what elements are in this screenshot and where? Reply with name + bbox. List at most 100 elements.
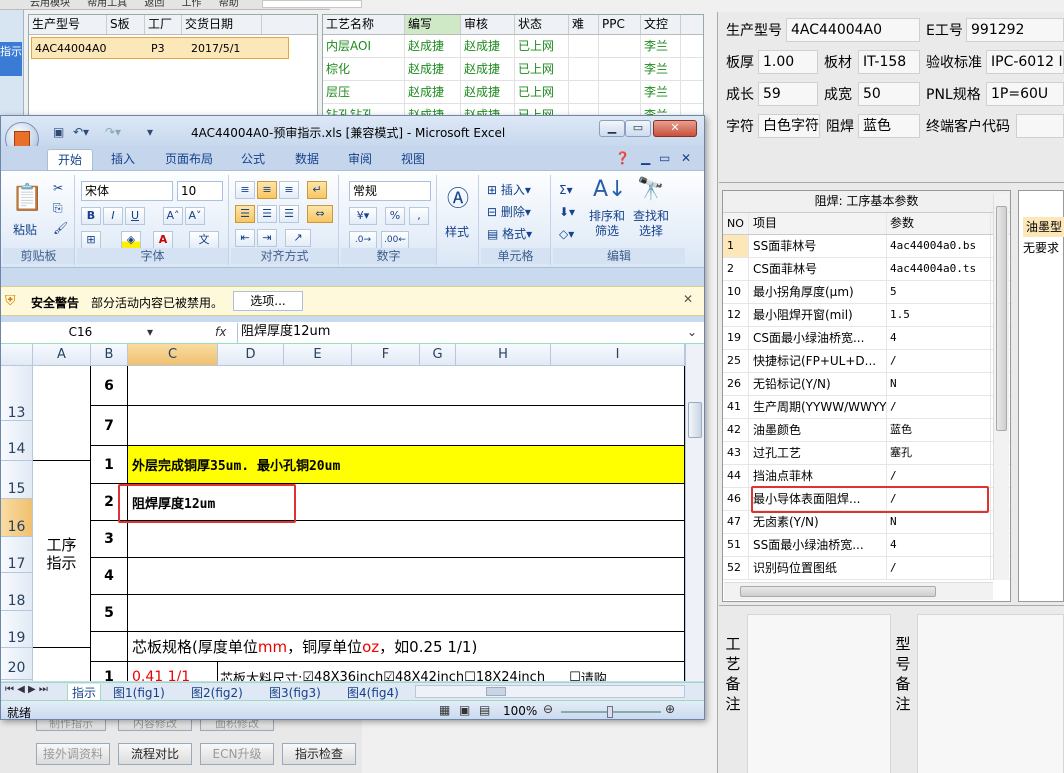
tab-home[interactable]: 开始 bbox=[47, 149, 94, 170]
ribbon-minimize-icon[interactable]: ▁ bbox=[641, 151, 650, 165]
phonetic-icon[interactable]: 文 bbox=[189, 231, 219, 249]
model-note-field[interactable] bbox=[917, 614, 1064, 773]
col-header[interactable]: 工厂 bbox=[145, 15, 182, 34]
normal-view-icon[interactable]: ▦ bbox=[439, 703, 450, 717]
cell-num-4[interactable]: 4 bbox=[91, 558, 128, 595]
customize-qat-icon[interactable]: ▾ bbox=[147, 125, 153, 139]
number-format-select[interactable]: 常规 bbox=[349, 181, 431, 201]
row-header-16[interactable]: 16 bbox=[1, 499, 33, 537]
cut-icon[interactable]: ✂ bbox=[53, 181, 63, 195]
currency-icon[interactable]: ¥▾ bbox=[349, 207, 377, 225]
cell-row-18[interactable] bbox=[128, 558, 685, 595]
character-field[interactable]: 白色字符 bbox=[758, 114, 820, 138]
cell-num-1[interactable]: 1 bbox=[91, 446, 128, 484]
find-icon[interactable]: 🔭 bbox=[637, 177, 664, 202]
tab-page-layout[interactable]: 页面布局 bbox=[165, 149, 213, 170]
row-header-17[interactable]: 17 bbox=[1, 537, 33, 573]
tab-review[interactable]: 审阅 bbox=[348, 149, 372, 170]
ribbon-close-icon[interactable]: ✕ bbox=[681, 151, 691, 165]
wrap-text-icon[interactable]: ↵ bbox=[307, 181, 327, 199]
style-button[interactable]: 样式 bbox=[445, 223, 469, 240]
menu-item[interactable]: 帮用工具 bbox=[87, 0, 127, 9]
name-box-dropdown-icon[interactable]: ▾ bbox=[147, 325, 153, 339]
col-header[interactable]: NO bbox=[723, 213, 749, 234]
cell-row-13[interactable] bbox=[128, 366, 685, 406]
col-header-f[interactable]: F bbox=[352, 344, 420, 366]
param-row[interactable]: 25 快捷标记(FP+UL+D... / bbox=[723, 350, 1010, 373]
tab-data[interactable]: 数据 bbox=[295, 149, 319, 170]
decrease-decimal-icon[interactable]: .00← bbox=[381, 231, 409, 249]
delete-cells-button[interactable]: ⊟ 删除▾ bbox=[487, 203, 531, 220]
table-row[interactable]: 层压 赵成捷 赵成捷 已上网 李兰 bbox=[323, 81, 703, 104]
paste-button[interactable]: 粘贴 bbox=[13, 221, 37, 238]
col-header[interactable]: 难 bbox=[569, 15, 599, 34]
width-field[interactable]: 50 bbox=[858, 82, 920, 106]
scroll-thumb[interactable] bbox=[486, 687, 506, 696]
excel-title-bar[interactable]: ▣ ↶▾ ↷▾ ▾ 4AC44004A0-预审指示.xls [兼容模式] - M… bbox=[1, 116, 704, 156]
param-row[interactable]: 41 生产周期(YYWW/WWYY) / bbox=[723, 396, 1010, 419]
increase-decimal-icon[interactable]: .0→ bbox=[349, 231, 377, 249]
minimize-button[interactable]: ▁ bbox=[599, 120, 625, 137]
menu-item[interactable]: 帮助 bbox=[219, 0, 239, 9]
param-row[interactable]: 51 SS面最小绿油桥宽... 4 bbox=[723, 534, 1010, 557]
col-header[interactable]: 审核 bbox=[461, 15, 515, 34]
autosum-icon[interactable]: Σ▾ bbox=[559, 183, 573, 197]
cell-a-top[interactable] bbox=[33, 366, 91, 461]
cell-process-instruction[interactable]: 工序 指示 bbox=[33, 461, 91, 648]
cell-num-7[interactable]: 7 bbox=[91, 406, 128, 446]
param-row[interactable]: 19 CS面最小绿油桥宽... 4 bbox=[723, 327, 1010, 350]
restore-button[interactable]: ▭ bbox=[625, 120, 651, 137]
col-header[interactable]: 工艺名称 bbox=[323, 15, 405, 34]
align-left-icon[interactable]: ☰ bbox=[235, 205, 255, 223]
zoom-in-icon[interactable]: ⊕ bbox=[665, 702, 675, 716]
orientation-icon[interactable]: ↗ bbox=[285, 229, 311, 247]
cell-num-3[interactable]: 3 bbox=[91, 521, 128, 558]
col-header[interactable]: 参数 bbox=[887, 213, 991, 234]
col-header-g[interactable]: G bbox=[420, 344, 456, 366]
checkbox-checked-icon[interactable]: ☑ bbox=[302, 670, 314, 682]
align-center-icon[interactable]: ☰ bbox=[257, 205, 277, 223]
zoom-out-icon[interactable]: ⊖ bbox=[543, 702, 553, 716]
row-header-21[interactable]: 21 bbox=[1, 680, 33, 681]
decrease-indent-icon[interactable]: ⇤ bbox=[235, 229, 255, 247]
sheet-nav-icon[interactable]: ⏮ ◀ ▶ ⏭ bbox=[5, 684, 48, 695]
col-header[interactable]: S板 bbox=[107, 15, 145, 34]
sheet-tab-fig3[interactable]: 图3(fig3) bbox=[269, 684, 321, 701]
help-icon[interactable]: ❓ bbox=[615, 151, 630, 165]
cell-b-20[interactable] bbox=[91, 632, 128, 662]
e-number-field[interactable]: 991292 bbox=[966, 18, 1064, 42]
row-header-13[interactable]: 13 bbox=[1, 366, 33, 421]
model-field[interactable]: 4AC44004A0 bbox=[786, 18, 920, 42]
copy-icon[interactable]: ⎘ bbox=[53, 201, 63, 216]
param-row[interactable]: 43 过孔工艺 塞孔 bbox=[723, 442, 1010, 465]
param-row[interactable]: 42 油墨颜色 蓝色 bbox=[723, 419, 1010, 442]
formula-input[interactable]: 阻焊厚度12um bbox=[237, 323, 685, 343]
menu-item[interactable]: 云用模块 bbox=[30, 0, 70, 9]
sort-filter-icon[interactable]: A↓ bbox=[593, 177, 626, 202]
italic-icon[interactable]: I bbox=[103, 207, 123, 225]
ecn-upgrade-button[interactable]: ECN升级 bbox=[200, 743, 274, 765]
page-layout-view-icon[interactable]: ▣ bbox=[459, 703, 470, 717]
undo-icon[interactable]: ↶▾ bbox=[73, 125, 89, 139]
comma-icon[interactable]: , bbox=[409, 207, 429, 225]
align-bottom-icon[interactable]: ≡ bbox=[279, 181, 299, 199]
length-field[interactable]: 59 bbox=[758, 82, 818, 106]
tab-insert[interactable]: 插入 bbox=[111, 149, 135, 170]
checkbox-icon[interactable]: ☐ bbox=[569, 670, 581, 682]
font-size-select[interactable]: 10 bbox=[177, 181, 223, 201]
insert-cells-button[interactable]: ⊞ 插入▾ bbox=[487, 181, 531, 198]
sheet-tab-fig2[interactable]: 图2(fig2) bbox=[191, 684, 243, 701]
name-box[interactable]: C16 bbox=[1, 323, 157, 343]
col-header[interactable]: PPC bbox=[599, 15, 641, 34]
options-button[interactable]: 选项... bbox=[233, 291, 303, 311]
process-note-field[interactable] bbox=[747, 614, 891, 773]
close-warning-icon[interactable]: ✕ bbox=[683, 292, 693, 306]
select-all-corner[interactable] bbox=[1, 344, 33, 366]
param-vertical-scrollbar[interactable] bbox=[993, 194, 1009, 580]
param-row[interactable]: 44 挡油点菲林 / bbox=[723, 465, 1010, 488]
param-row[interactable]: 47 无卤素(Y/N) N bbox=[723, 511, 1010, 534]
table-row[interactable]: 棕化 赵成捷 赵成捷 已上网 李兰 bbox=[323, 58, 703, 81]
cell-core-value[interactable]: 0.41 1/1 bbox=[128, 662, 218, 681]
col-header-h[interactable]: H bbox=[456, 344, 551, 366]
fill-color-icon[interactable]: ◈ bbox=[121, 231, 141, 249]
